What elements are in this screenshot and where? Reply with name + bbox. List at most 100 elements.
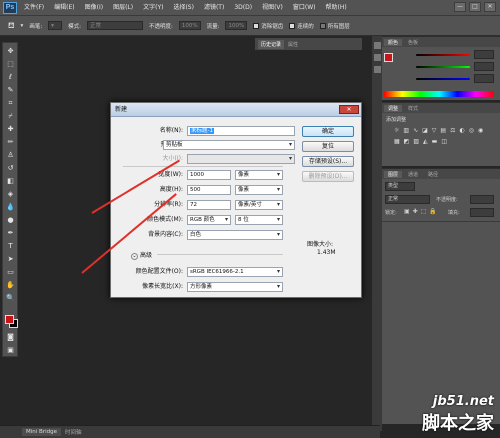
eyedropper-tool-icon[interactable]: ⌿ <box>5 112 16 121</box>
maximize-button[interactable]: □ <box>469 2 481 12</box>
save-preset-button[interactable]: 存储预设(S)... <box>302 156 354 167</box>
color-mode-select[interactable]: RGB 颜色 <box>187 215 231 225</box>
paint-bucket-icon[interactable]: ⛾ <box>8 21 15 31</box>
hand-tool-icon[interactable]: ✋ <box>5 281 16 290</box>
hue-saturation-icon[interactable]: ▤ <box>440 127 446 134</box>
name-input[interactable]: 未标题-1 <box>187 126 295 136</box>
lock-icons[interactable]: ▣✚⬚🔒 <box>404 208 440 215</box>
height-unit-select[interactable]: 像素 <box>235 185 283 195</box>
tab-styles[interactable]: 样式 <box>404 105 422 112</box>
foreground-color-swatch[interactable] <box>5 315 14 324</box>
menu-window[interactable]: 窗口(W) <box>293 0 316 16</box>
anti-alias-checkbox[interactable]: 消除锯齿 <box>253 22 283 30</box>
screen-mode-icon[interactable]: ▣ <box>5 346 16 355</box>
selective-color-icon[interactable]: ◫ <box>441 138 447 145</box>
color-fg-swatch[interactable] <box>384 53 393 62</box>
width-unit-select[interactable]: 像素 <box>235 170 283 180</box>
marquee-tool-icon[interactable]: ⬚ <box>5 60 16 69</box>
blend-mode-select[interactable]: 正常 <box>385 195 430 204</box>
tab-timeline[interactable]: 时间轴 <box>65 428 82 436</box>
move-tool-icon[interactable]: ✥ <box>5 47 16 56</box>
opacity-input[interactable]: 100% <box>178 21 201 30</box>
width-input[interactable]: 1000 <box>187 170 231 180</box>
menu-layer[interactable]: 图层(L) <box>113 0 133 16</box>
tab-paths[interactable]: 路径 <box>424 171 442 178</box>
resolution-unit-select[interactable]: 像素/英寸 <box>235 200 283 210</box>
blue-value-field[interactable] <box>474 74 494 83</box>
fill-input[interactable] <box>470 208 494 217</box>
layer-opacity-input[interactable] <box>470 195 494 204</box>
menu-file[interactable]: 文件(F) <box>24 0 44 16</box>
photo-filter-icon[interactable]: ◎ <box>469 127 474 134</box>
bit-depth-select[interactable]: 8 位 <box>235 215 283 225</box>
dialog-close-button[interactable]: ✕ <box>339 105 359 114</box>
tab-color[interactable]: 颜色 <box>384 38 403 46</box>
flow-input[interactable]: 100% <box>225 21 248 30</box>
curves-icon[interactable]: ∿ <box>413 127 418 134</box>
delete-preset-button[interactable]: 删除预设(D)... <box>302 171 354 182</box>
menu-image[interactable]: 图像(I) <box>85 0 103 16</box>
minimize-button[interactable]: — <box>454 2 466 12</box>
gradient-map-icon[interactable]: ▬ <box>432 138 438 145</box>
menu-type[interactable]: 文字(Y) <box>143 0 163 16</box>
menu-view[interactable]: 视图(V) <box>262 0 283 16</box>
quick-mask-icon[interactable]: ◙ <box>5 333 16 342</box>
zoom-tool-icon[interactable]: 🔍 <box>5 294 16 303</box>
all-layers-checkbox[interactable]: 所有图层 <box>319 22 350 30</box>
preset-picker[interactable]: ▾ <box>48 21 63 30</box>
levels-icon[interactable]: ▥ <box>403 127 409 134</box>
clone-stamp-tool-icon[interactable]: ♙ <box>5 151 16 160</box>
mode-select[interactable]: 正常 <box>87 21 144 30</box>
invert-icon[interactable]: ◩ <box>404 138 410 145</box>
brightness-icon[interactable]: ☼ <box>394 127 399 134</box>
height-input[interactable]: 500 <box>187 185 231 195</box>
tab-mini-bridge[interactable]: Mini Bridge <box>22 428 61 436</box>
layer-kind-filter[interactable]: 类型 <box>385 182 415 191</box>
reset-button[interactable]: 复位 <box>302 141 354 152</box>
posterize-icon[interactable]: ▨ <box>413 138 419 145</box>
brush-tool-icon[interactable]: ✏ <box>5 138 16 147</box>
menu-select[interactable]: 选择(S) <box>173 0 194 16</box>
red-slider[interactable] <box>416 54 470 56</box>
pixel-aspect-select[interactable]: 方形像素 <box>187 282 283 292</box>
shape-tool-icon[interactable]: ▭ <box>5 268 16 277</box>
tab-history[interactable]: 历史记录 <box>258 39 285 49</box>
black-white-icon[interactable]: ◐ <box>459 127 464 134</box>
tab-channels[interactable]: 通道 <box>404 171 422 178</box>
color-balance-icon[interactable]: ⚖ <box>450 127 455 134</box>
blue-slider[interactable] <box>416 78 470 80</box>
pen-tool-icon[interactable]: ✒ <box>5 229 16 238</box>
blur-tool-icon[interactable]: 💧 <box>5 203 16 212</box>
close-window-button[interactable]: ✕ <box>484 2 496 12</box>
dock-icon[interactable] <box>373 54 381 61</box>
dock-icon[interactable] <box>373 66 381 73</box>
quick-select-tool-icon[interactable]: ✎ <box>5 86 16 95</box>
tab-properties[interactable]: 属性 <box>288 41 298 48</box>
path-select-tool-icon[interactable]: ➤ <box>5 255 16 264</box>
type-tool-icon[interactable]: T <box>5 242 16 251</box>
lasso-tool-icon[interactable]: ℓ <box>5 73 16 82</box>
menu-3d[interactable]: 3D(D) <box>234 0 252 16</box>
threshold-icon[interactable]: ◭ <box>423 138 428 145</box>
eraser-tool-icon[interactable]: ◧ <box>5 177 16 186</box>
dock-icon[interactable] <box>373 42 381 49</box>
menu-help[interactable]: 帮助(H) <box>326 0 347 16</box>
contiguous-checkbox[interactable]: 连续的 <box>289 22 314 30</box>
ok-button[interactable]: 确定 <box>302 126 354 137</box>
resolution-input[interactable]: 72 <box>187 200 231 210</box>
background-contents-select[interactable]: 白色 <box>187 230 283 240</box>
chevron-down-icon[interactable]: ▾ <box>21 23 24 29</box>
dodge-tool-icon[interactable]: ● <box>5 216 16 225</box>
menu-filter[interactable]: 滤镜(T) <box>204 0 224 16</box>
green-slider[interactable] <box>416 66 470 68</box>
color-lookup-icon[interactable]: ▦ <box>394 138 400 145</box>
history-brush-tool-icon[interactable]: ↺ <box>5 164 16 173</box>
vibrance-icon[interactable]: ▽ <box>432 127 437 134</box>
green-value-field[interactable] <box>474 62 494 71</box>
crop-tool-icon[interactable]: ⌗ <box>5 99 16 108</box>
channel-mixer-icon[interactable]: ◉ <box>478 127 483 134</box>
menu-edit[interactable]: 编辑(E) <box>54 0 74 16</box>
tab-adjustments[interactable]: 调整 <box>384 104 403 112</box>
advanced-toggle[interactable]: ⌄ 高级 <box>131 250 152 260</box>
color-spectrum[interactable] <box>384 91 494 97</box>
